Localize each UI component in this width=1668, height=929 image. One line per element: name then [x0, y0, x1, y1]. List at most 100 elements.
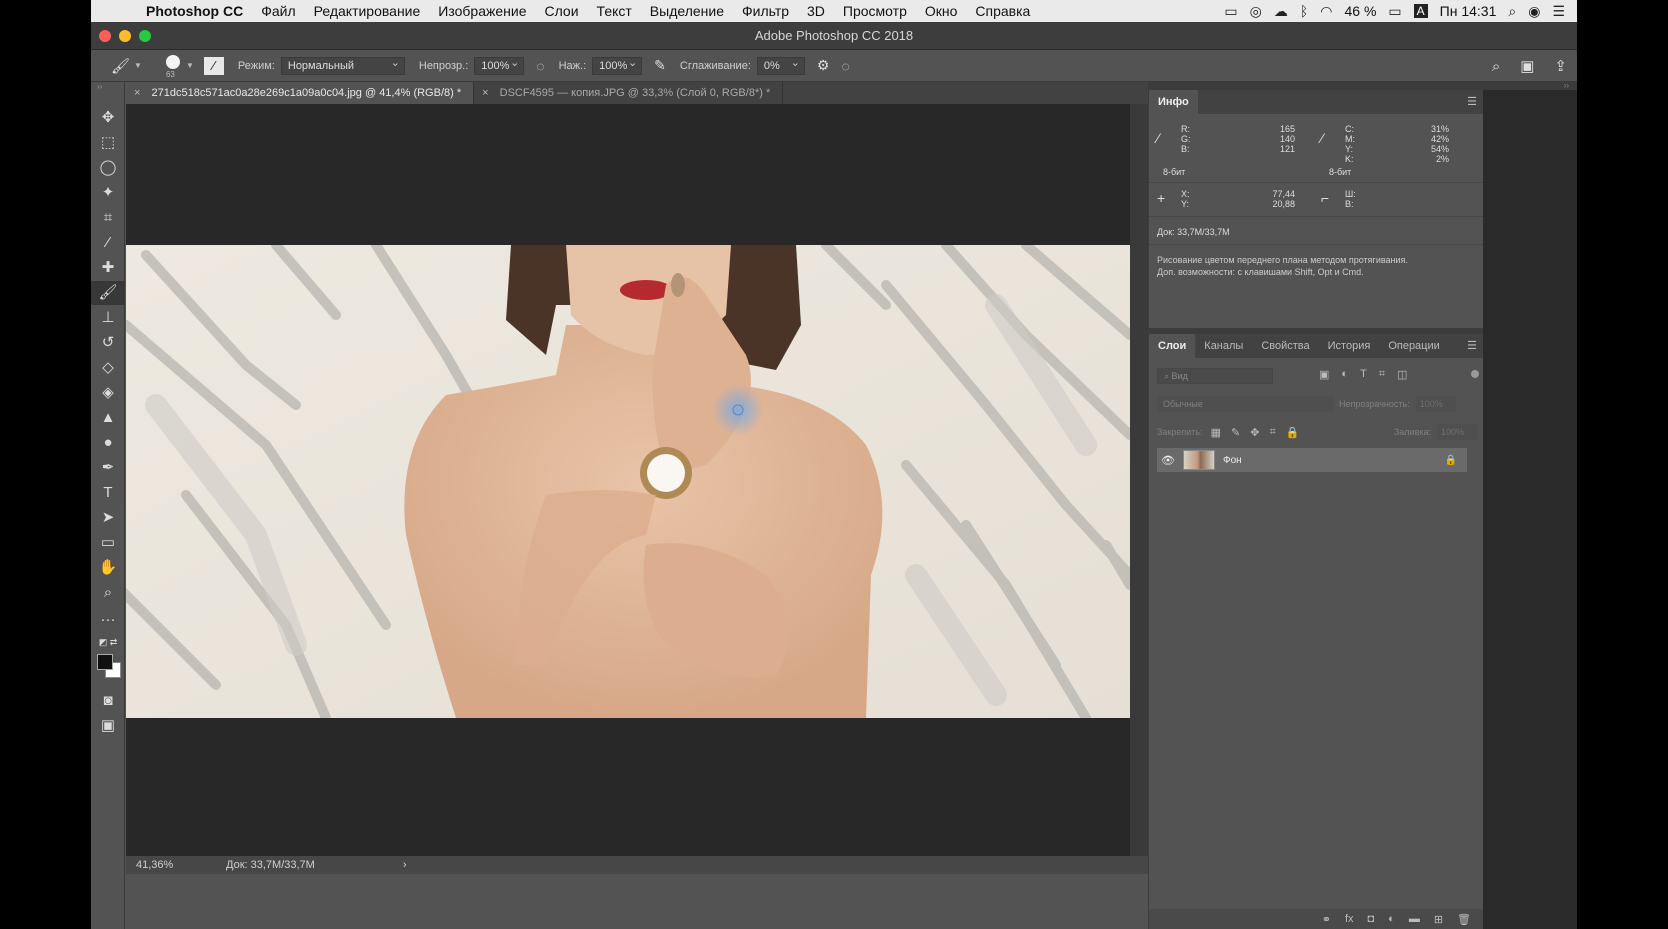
clone-stamp-tool-icon[interactable]: ⊥ [91, 306, 125, 330]
add-mask-icon[interactable]: ◘ [1368, 913, 1375, 925]
layer-name[interactable]: Фон [1223, 455, 1242, 466]
vertical-scrollbar[interactable] [1130, 104, 1148, 856]
layer-opacity-input[interactable]: 100% [1415, 396, 1456, 412]
bluetooth-icon[interactable]: ᛒ [1300, 3, 1308, 19]
doc-tab-active[interactable]: × 271dc518c571ac0a28e269c1a09a0c04.jpg @… [126, 82, 475, 104]
adjustment-layer-icon[interactable]: ◐ [1388, 913, 1395, 925]
tab-channels[interactable]: Каналы [1195, 334, 1252, 358]
spotlight-search-icon[interactable]: ⌕ [1508, 3, 1516, 20]
gear-icon[interactable]: ⚙ [817, 57, 830, 74]
menu-type[interactable]: Текст [588, 3, 641, 19]
menu-select[interactable]: Выделение [641, 3, 733, 19]
layer-filter-select[interactable]: ⌕ Вид [1157, 368, 1273, 384]
type-tool-icon[interactable]: T [91, 481, 125, 505]
healing-brush-tool-icon[interactable]: ✚ [91, 256, 125, 280]
close-icon[interactable]: × [134, 87, 140, 99]
document-image[interactable] [126, 245, 1130, 718]
display-icon[interactable]: ▭ [1224, 3, 1237, 20]
lock-pixels-icon[interactable]: ✎ [1231, 426, 1240, 439]
brush-panel-toggle-icon[interactable]: ⁄ [203, 56, 224, 75]
menu-edit[interactable]: Редактирование [305, 3, 430, 19]
swap-colors-icon[interactable]: ◩ ⇄ [91, 630, 125, 654]
magic-wand-tool-icon[interactable]: ✦ [91, 181, 125, 205]
workspace-icon[interactable]: ▣ [1520, 57, 1534, 75]
menu-3d[interactable]: 3D [798, 3, 834, 19]
clock[interactable]: Пн 14:31 [1440, 3, 1497, 19]
brush-preset-icon[interactable]: 🖌 [111, 57, 130, 75]
eyedropper-tool-icon[interactable]: ⁄ [91, 231, 125, 255]
battery-icon[interactable]: ▭ [1388, 3, 1401, 20]
more-tools-icon[interactable]: ··· [91, 608, 125, 632]
chevron-down-icon[interactable]: ▼ [186, 61, 194, 70]
zoom-window-button[interactable] [139, 30, 151, 42]
close-window-button[interactable] [99, 30, 111, 42]
filter-toggle-icon[interactable] [1471, 370, 1479, 378]
menu-help[interactable]: Справка [966, 3, 1039, 19]
chevron-down-icon[interactable]: ▼ [134, 61, 142, 70]
shape-filter-icon[interactable]: ⌗ [1379, 368, 1385, 381]
menu-view[interactable]: Просмотр [834, 3, 916, 19]
eyedropper-icon[interactable]: ⁄ [1157, 130, 1159, 146]
history-brush-tool-icon[interactable]: ↺ [91, 331, 125, 355]
lock-transparency-icon[interactable]: ▦ [1211, 426, 1221, 439]
new-group-icon[interactable]: ▬ [1409, 913, 1420, 925]
share-icon[interactable]: ⇪ [1554, 57, 1567, 75]
brush-tool-icon[interactable]: 🖌 [91, 281, 125, 305]
blend-mode-select[interactable]: Обычные [1157, 396, 1333, 412]
battery-percent[interactable]: 46 % [1344, 3, 1376, 19]
panel-menu-icon[interactable]: ☰ [1467, 90, 1477, 114]
status-menu-arrow[interactable]: › [403, 859, 407, 871]
new-layer-icon[interactable]: ⊞ [1434, 913, 1443, 926]
eyedropper-icon[interactable]: ⁄ [1321, 130, 1323, 146]
hand-tool-icon[interactable]: ✋ [91, 556, 125, 580]
type-filter-icon[interactable]: T [1360, 368, 1367, 381]
wifi-icon[interactable]: ◠ [1320, 3, 1332, 20]
crop-tool-icon[interactable]: ⌗ [91, 206, 125, 230]
search-icon[interactable]: ⌕ [1492, 58, 1500, 75]
menu-image[interactable]: Изображение [429, 3, 535, 19]
cloud-sync-icon[interactable]: ◎ [1250, 3, 1262, 20]
rectangle-tool-icon[interactable]: ▭ [91, 531, 125, 555]
screen-mode-icon[interactable]: ▣ [91, 714, 125, 738]
menu-filter[interactable]: Фильтр [733, 3, 798, 19]
smart-object-filter-icon[interactable]: ◫ [1397, 368, 1407, 381]
eye-icon[interactable]: 👁 [1157, 454, 1179, 467]
pressure-size-icon[interactable]: ◌ [841, 58, 849, 74]
opacity-input[interactable]: 100% [474, 55, 525, 75]
tab-info[interactable]: Инфо [1149, 90, 1198, 114]
image-filter-icon[interactable]: ▣ [1319, 368, 1329, 381]
tab-actions[interactable]: Операции [1379, 334, 1448, 358]
smoothing-input[interactable]: 0% [756, 55, 805, 75]
mode-select[interactable]: Нормальный [280, 55, 405, 75]
minimize-window-button[interactable] [119, 30, 131, 42]
input-source-indicator[interactable]: A [1413, 4, 1428, 18]
foreground-color-swatch[interactable] [97, 654, 113, 670]
tab-history[interactable]: История [1319, 334, 1380, 358]
lock-artboard-icon[interactable]: ⌗ [1269, 426, 1275, 439]
move-tool-icon[interactable]: ✥ [91, 106, 125, 130]
airbrush-icon[interactable]: ✎ [654, 57, 666, 74]
close-icon[interactable]: × [482, 87, 488, 99]
siri-icon[interactable]: ◉ [1528, 3, 1540, 20]
tab-properties[interactable]: Свойства [1252, 334, 1318, 358]
lock-position-icon[interactable]: ✥ [1250, 426, 1259, 439]
collapse-panels-icon[interactable]: ›› [1148, 82, 1577, 90]
menu-app-name[interactable]: Photoshop CC [137, 3, 252, 19]
tab-layers[interactable]: Слои [1149, 334, 1196, 358]
panel-grip-icon[interactable]: ›› [97, 82, 102, 91]
path-selection-tool-icon[interactable]: ➤ [91, 506, 125, 530]
blur-tool-icon[interactable]: ▲ [91, 406, 125, 430]
zoom-level[interactable]: 41,36% [136, 859, 226, 871]
doc-tab-inactive[interactable]: × DSCF4595 — копия.JPG @ 33,3% (Слой 0, … [474, 82, 784, 104]
brush-size-picker[interactable]: 63 [164, 54, 182, 79]
delete-layer-icon[interactable]: 🗑 [1457, 913, 1471, 926]
menu-layers[interactable]: Слои [536, 3, 588, 19]
link-layers-icon[interactable]: ⚭ [1322, 913, 1331, 926]
lock-all-icon[interactable]: 🔒 [1286, 426, 1300, 439]
layer-row[interactable]: 👁 Фон 🔒 [1157, 448, 1467, 472]
panel-menu-icon[interactable]: ☰ [1467, 334, 1477, 358]
eraser-tool-icon[interactable]: ◇ [91, 356, 125, 380]
dodge-tool-icon[interactable]: ● [91, 431, 125, 455]
menu-file[interactable]: Файл [252, 3, 304, 19]
paint-bucket-tool-icon[interactable]: ◈ [91, 381, 125, 405]
